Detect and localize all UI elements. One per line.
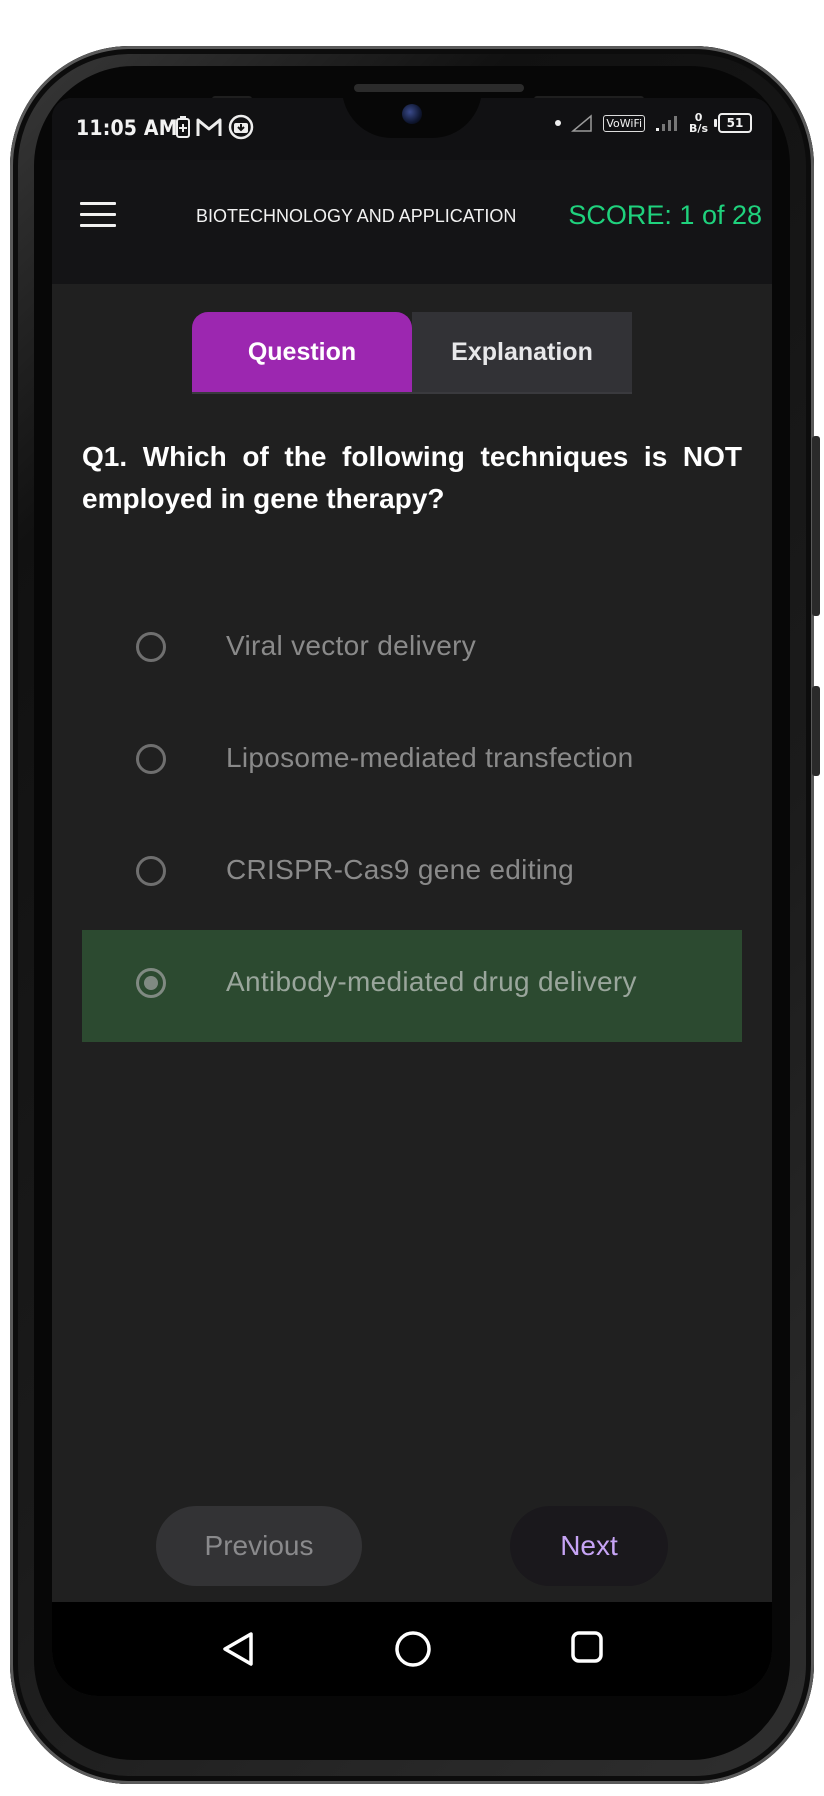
recent-apps-icon[interactable] [570,1630,604,1664]
system-icons: VoWiFi 0 B/s 51 [555,112,752,134]
signal-sim2-icon [656,116,678,131]
answer-option-label: Antibody-mediated drug delivery [226,966,637,997]
radio-button[interactable] [136,632,166,662]
front-camera [402,104,422,124]
tab-question[interactable]: Question [192,312,412,392]
app-screen: 11:05 AM VoWiFi 0 B/s 51 BIOTECHNOLOGY A… [52,98,772,1696]
answer-option[interactable]: CRISPR-Cas9 gene editing [82,818,742,930]
score-label: SCORE: 1 of 28 [568,200,762,230]
question-text: Q1. Which of the following techniques is… [82,441,742,514]
answer-option-selected[interactable]: Antibody-mediated drug delivery [82,930,742,1042]
radio-button-checked[interactable] [136,968,166,998]
network-speed: 0 B/s [689,112,708,134]
network-speed-unit: B/s [689,122,708,135]
status-bar: 11:05 AM VoWiFi 0 B/s 51 [52,98,772,160]
answer-option-label: Viral vector delivery [226,630,477,661]
power-button [812,686,820,776]
gmail-icon [196,118,222,136]
battery-saver-icon [176,116,190,138]
home-icon[interactable] [394,1630,432,1668]
notification-dot [555,120,562,126]
battery-icon: 51 [714,113,752,133]
notification-icons [176,114,254,140]
vowifi-badge: VoWiFi [603,114,646,132]
volume-button [812,436,820,616]
hamburger-menu-icon[interactable] [80,202,116,230]
answer-options: Viral vector delivery Liposome-mediated … [82,594,742,1042]
earpiece-speaker [354,84,524,92]
app-bar: BIOTECHNOLOGY AND APPLICATION SCORE: 1 o… [52,160,772,284]
radio-button[interactable] [136,856,166,886]
answer-option-label: Liposome-mediated transfection [226,742,634,773]
status-time: 11:05 AM [76,116,178,140]
system-nav-bar [52,1602,772,1696]
radio-button[interactable] [136,744,166,774]
download-icon [228,114,254,140]
previous-button[interactable]: Previous [156,1506,362,1586]
answer-option[interactable]: Viral vector delivery [82,594,742,706]
next-button[interactable]: Next [510,1506,668,1586]
answer-option-label: CRISPR-Cas9 gene editing [226,854,575,885]
tab-explanation[interactable]: Explanation [412,312,632,392]
app-title: BIOTECHNOLOGY AND APPLICATION [196,206,517,226]
back-icon[interactable] [220,1630,256,1668]
question-tabs: Question Explanation [192,312,632,394]
answer-option[interactable]: Liposome-mediated transfection [82,706,742,818]
signal-sim1-icon [571,114,593,132]
